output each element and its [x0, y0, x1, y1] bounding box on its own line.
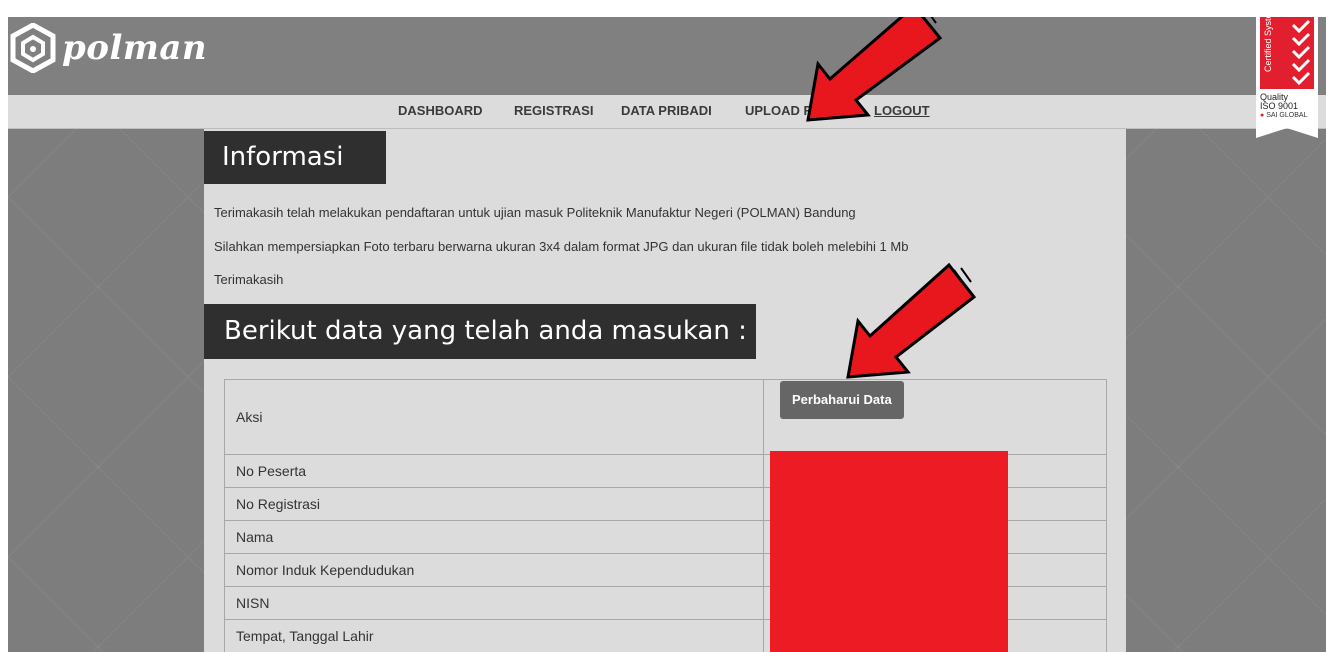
nav-registrasi[interactable]: REGISTRASI: [514, 95, 593, 126]
row-label-nisn: NISN: [224, 586, 764, 620]
cert-sai-text: SAI GLOBAL: [1266, 112, 1308, 119]
row-label-ttl: Tempat, Tanggal Lahir: [224, 619, 764, 652]
nav-dashboard[interactable]: DASHBOARD: [398, 95, 483, 126]
info-heading: Informasi: [204, 131, 386, 184]
info-closing-text: Terimakasih: [214, 272, 284, 287]
annotation-arrow-icon: [806, 17, 943, 122]
redaction-block: [770, 451, 1008, 652]
info-thanks-text: Terimakasih telah melakukan pendaftaran …: [214, 205, 856, 220]
annotation-arrow-icon: [846, 262, 977, 379]
row-label-no-registrasi: No Registrasi: [224, 487, 764, 521]
data-heading: Berikut data yang telah anda masukan :: [204, 304, 756, 359]
polman-emblem-icon: [10, 23, 56, 73]
main-nav: DASHBOARD REGISTRASI DATA PRIBADI UPLOAD…: [8, 95, 1326, 129]
page-background: polman DASHBOARD REGISTRASI DATA PRIBADI…: [8, 17, 1326, 652]
cert-sai-label: ● SAI GLOBAL: [1260, 112, 1307, 120]
row-label-nama: Nama: [224, 520, 764, 554]
logo-text: polman: [62, 28, 208, 68]
checkmarks-icon: [1291, 20, 1311, 86]
row-label-nik: Nomor Induk Kependudukan: [224, 553, 764, 587]
nav-data-pribadi[interactable]: DATA PRIBADI: [621, 95, 712, 126]
row-label-no-peserta: No Peserta: [224, 454, 764, 488]
iso-certification-badge: Certified System Quality ISO 9001 ● SAI …: [1256, 17, 1318, 138]
sai-dot-icon: ●: [1260, 112, 1265, 119]
info-photo-instruction: Silahkan mempersiapkan Foto terbaru berw…: [214, 239, 909, 254]
polman-logo[interactable]: polman: [10, 23, 207, 73]
row-label-aksi: Aksi: [224, 379, 764, 455]
certified-system-mark: Certified System: [1260, 17, 1314, 89]
cert-system-label: Certified System: [1263, 17, 1273, 72]
header-bar: polman: [8, 17, 1326, 95]
cert-iso-label: ISO 9001: [1260, 101, 1299, 111]
